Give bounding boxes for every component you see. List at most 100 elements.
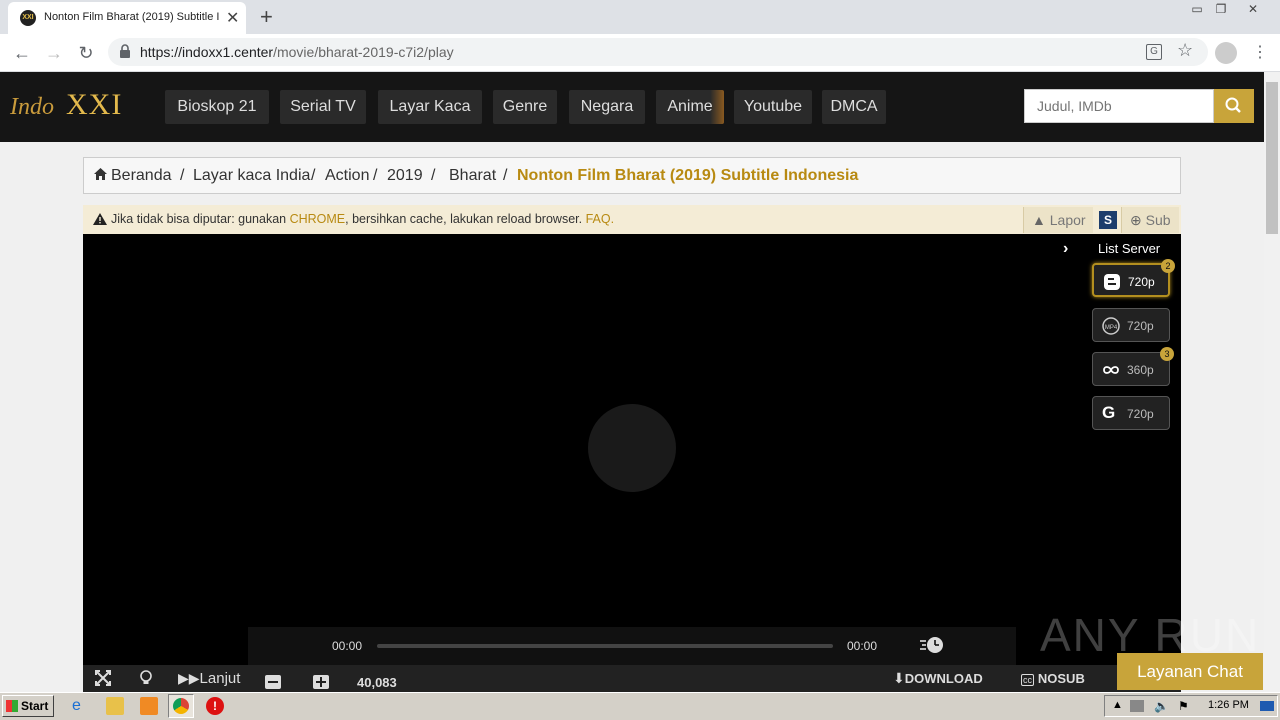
- breadcrumb-separator: /: [180, 167, 185, 184]
- server-button-1[interactable]: 720p 2: [1092, 259, 1175, 297]
- close-tab-icon[interactable]: ✕: [226, 8, 239, 28]
- breadcrumb-current: Nonton Film Bharat (2019) Subtitle Indon…: [517, 167, 859, 184]
- sub-button[interactable]: ⊕ Sub: [1121, 207, 1179, 233]
- browser-menu-icon[interactable]: ⋮: [1252, 42, 1268, 62]
- network-icon[interactable]: [1130, 700, 1144, 712]
- breadcrumb-item[interactable]: Action: [325, 167, 369, 185]
- server-quality: 720p: [1127, 407, 1154, 421]
- notice-text-middle: , bersihkan cache, lakukan reload browse…: [345, 212, 586, 226]
- profile-avatar-icon[interactable]: [1215, 42, 1237, 64]
- breadcrumb-home[interactable]: Beranda: [111, 167, 172, 185]
- fullscreen-icon[interactable]: [95, 670, 111, 689]
- server-button-4[interactable]: G 720p: [1092, 396, 1170, 430]
- lanjut-button[interactable]: ▶▶Lanjut: [178, 670, 240, 687]
- media-player-icon[interactable]: [140, 697, 158, 715]
- forward-arrow-icon[interactable]: →: [43, 42, 65, 64]
- search-button[interactable]: [1214, 89, 1254, 123]
- restore-icon[interactable]: ❐: [1208, 0, 1234, 18]
- server-badge: 3: [1160, 347, 1174, 361]
- menu-negara[interactable]: Negara: [569, 90, 645, 124]
- server-button-3[interactable]: 360p 3: [1092, 347, 1174, 386]
- bookmark-star-icon[interactable]: ☆: [1177, 40, 1193, 61]
- start-label: Start: [21, 699, 49, 713]
- minimize-icon[interactable]: ▭: [1184, 0, 1210, 18]
- player-notice: Jika tidak bisa diputar: gunakan CHROME,…: [83, 205, 1181, 234]
- menu-layar-kaca[interactable]: Layar Kaca: [378, 90, 482, 124]
- svg-text:MP4: MP4: [1105, 325, 1118, 331]
- nosub-button[interactable]: cc NOSUB: [1021, 670, 1085, 686]
- lapor-label: Lapor: [1049, 212, 1086, 228]
- search-icon: [1225, 97, 1241, 113]
- google-icon: G: [1102, 403, 1116, 422]
- site-favicon-icon: XXI: [20, 10, 36, 26]
- plus-circle-icon: ⊕: [1130, 212, 1142, 228]
- sub-label: Sub: [1145, 212, 1171, 228]
- server-quality: 720p: [1128, 275, 1155, 289]
- breadcrumb-separator: /: [431, 167, 436, 184]
- security-icon[interactable]: !: [206, 697, 224, 715]
- menu-anime[interactable]: Anime: [656, 90, 724, 124]
- loading-spinner: [588, 404, 676, 492]
- blogger-icon: [1104, 274, 1120, 290]
- seek-bar[interactable]: [377, 644, 833, 648]
- current-time: 00:00: [332, 639, 363, 653]
- show-desktop-icon[interactable]: [1260, 701, 1274, 711]
- chat-button[interactable]: Layanan Chat: [1117, 653, 1263, 690]
- chrome-link[interactable]: CHROME: [290, 212, 346, 226]
- breadcrumb-separator: /: [373, 167, 378, 184]
- server-badge: 2: [1161, 259, 1175, 273]
- warning-icon: ▲: [1032, 212, 1046, 228]
- lock-icon: [120, 44, 130, 58]
- flag-icon[interactable]: ⚑: [1178, 699, 1189, 713]
- browser-tab[interactable]: XXI Nonton Film Bharat (2019) Subtitle I…: [8, 2, 246, 34]
- breadcrumb-item[interactable]: Bharat: [449, 167, 496, 185]
- menu-bioskop21[interactable]: Bioskop 21: [165, 90, 269, 124]
- reload-icon[interactable]: ↻: [75, 42, 97, 64]
- server-button-2[interactable]: MP4 720p: [1092, 308, 1170, 342]
- windows-logo-icon: [6, 700, 18, 712]
- nosub-label: NOSUB: [1037, 671, 1085, 686]
- faq-link[interactable]: FAQ.: [586, 212, 614, 226]
- chevron-right-icon[interactable]: ›: [1063, 240, 1068, 258]
- translate-icon[interactable]: G: [1146, 44, 1162, 60]
- menu-dmca[interactable]: DMCA: [822, 90, 886, 124]
- home-icon: [93, 167, 108, 186]
- lightbulb-icon[interactable]: [139, 670, 153, 689]
- server-quality: 360p: [1127, 363, 1154, 377]
- breadcrumb-item[interactable]: 2019: [387, 167, 423, 185]
- download-button[interactable]: ⬇DOWNLOAD: [893, 670, 983, 687]
- warning-icon: [93, 213, 107, 225]
- s-button[interactable]: S: [1099, 211, 1117, 229]
- chrome-taskbar-button[interactable]: [168, 694, 194, 718]
- scrollbar-thumb[interactable]: [1266, 82, 1278, 234]
- address-bar[interactable]: https://indoxx1.center/movie/bharat-2019…: [108, 38, 1208, 66]
- chrome-icon: [173, 698, 189, 714]
- menu-serial-tv[interactable]: Serial TV: [280, 90, 366, 124]
- fast-forward-icon: ▶▶: [178, 670, 200, 686]
- close-window-icon[interactable]: ✕: [1240, 0, 1266, 18]
- breadcrumb-separator: /: [311, 167, 316, 184]
- start-button[interactable]: Start: [2, 695, 54, 717]
- server-quality: 720p: [1127, 319, 1154, 333]
- tray-expand-icon[interactable]: ▲: [1112, 699, 1123, 711]
- back-arrow-icon[interactable]: ←: [11, 42, 33, 64]
- menu-youtube[interactable]: Youtube: [734, 90, 812, 124]
- menu-genre[interactable]: Genre: [493, 90, 557, 124]
- site-logo[interactable]: Indo XXI: [10, 88, 140, 124]
- new-tab-button[interactable]: +: [260, 4, 273, 30]
- volume-icon[interactable]: 🔈: [1154, 699, 1169, 713]
- view-counter: 40,083: [357, 675, 397, 690]
- infinity-icon: [1103, 366, 1119, 374]
- folder-icon[interactable]: [106, 697, 124, 715]
- download-icon: ⬇: [893, 670, 905, 686]
- tab-title: Nonton Film Bharat (2019) Subtitle Indon…: [44, 11, 219, 23]
- notice-text: Jika tidak bisa diputar: gunakan: [111, 212, 290, 226]
- playback-speed-icon[interactable]: [919, 636, 945, 659]
- lapor-button[interactable]: ▲ Lapor: [1023, 207, 1093, 233]
- breadcrumb-item[interactable]: Layar kaca India: [193, 167, 310, 185]
- minus-icon[interactable]: [265, 675, 281, 689]
- lanjut-label: Lanjut: [199, 670, 241, 687]
- ie-icon[interactable]: e: [72, 697, 90, 715]
- plus-icon[interactable]: [313, 675, 329, 689]
- search-input[interactable]: [1025, 90, 1213, 122]
